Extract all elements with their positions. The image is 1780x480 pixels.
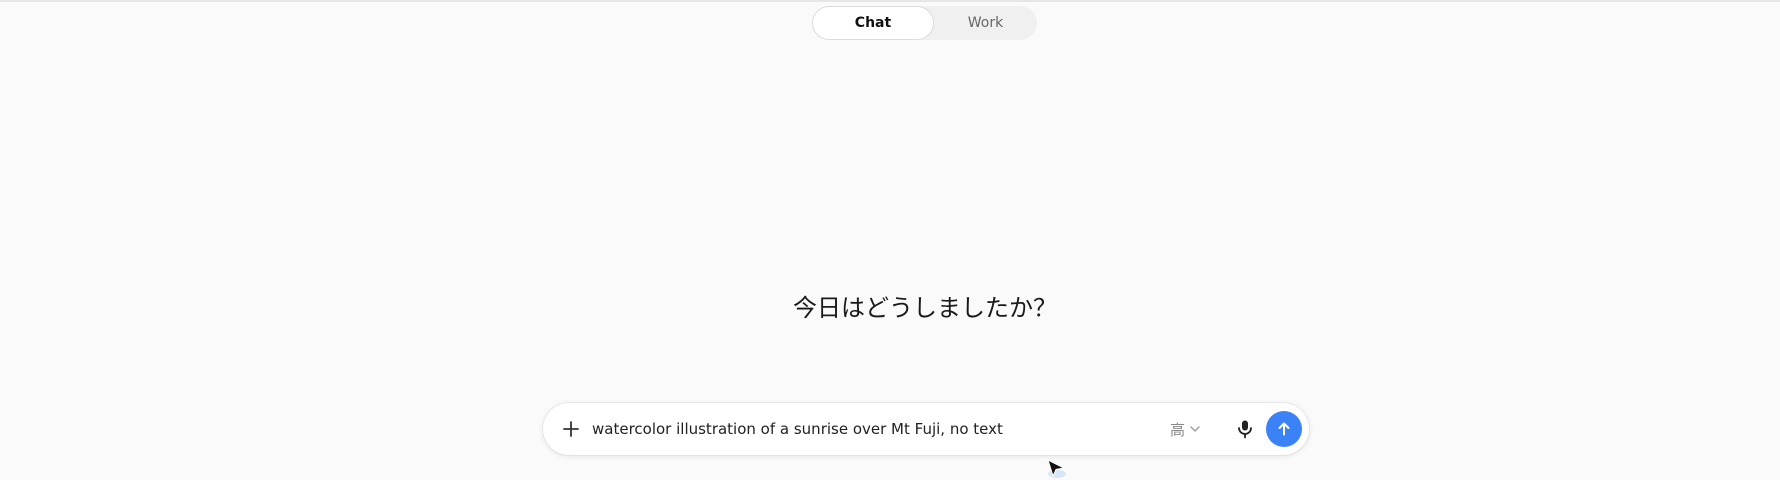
arrow-up-icon xyxy=(1278,422,1290,436)
mouse-cursor-icon xyxy=(1047,459,1066,478)
add-attachment-button[interactable] xyxy=(555,413,587,445)
tab-chat[interactable]: Chat xyxy=(812,6,934,40)
prompt-composer: 高 xyxy=(543,403,1309,455)
mode-toggle: Chat Work xyxy=(812,6,1037,40)
tab-work[interactable]: Work xyxy=(934,6,1037,40)
chevron-down-icon xyxy=(1190,426,1200,432)
quality-dropdown[interactable]: 高 xyxy=(1170,416,1201,442)
send-button[interactable] xyxy=(1266,411,1302,447)
microphone-icon xyxy=(1238,420,1252,439)
voice-input-button[interactable] xyxy=(1229,413,1261,445)
prompt-input[interactable] xyxy=(592,416,1152,442)
quality-label: 高 xyxy=(1170,420,1186,439)
plus-icon xyxy=(563,421,579,437)
top-border xyxy=(0,0,1780,2)
greeting-heading: 今日はどうしましたか？ xyxy=(793,294,1057,322)
